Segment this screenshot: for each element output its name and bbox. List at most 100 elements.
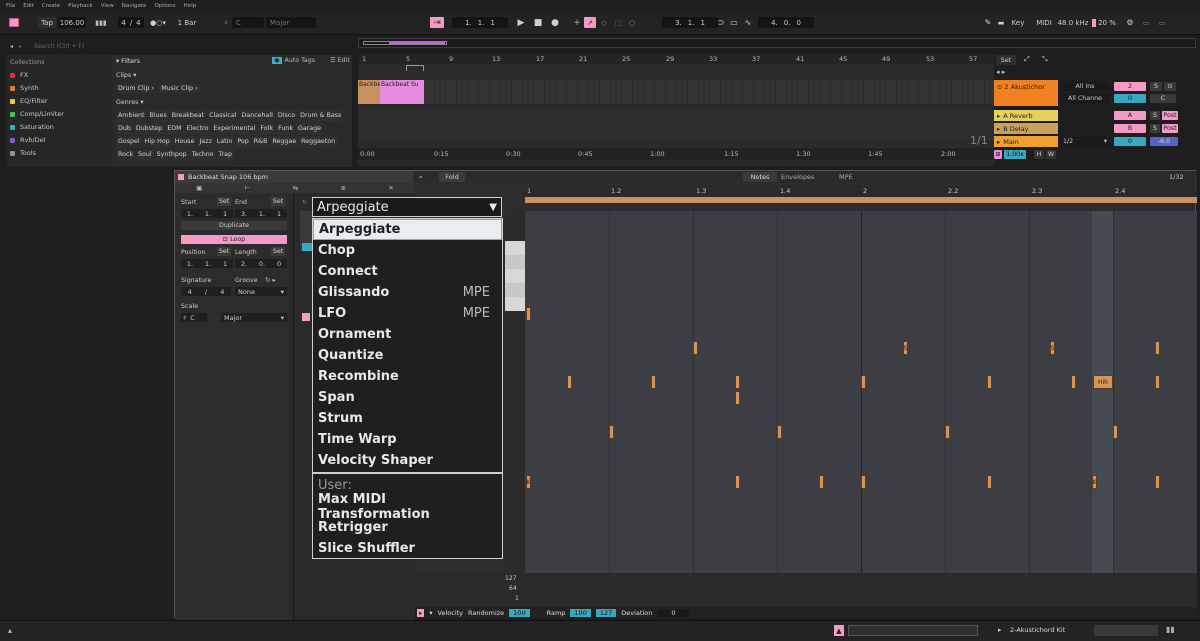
metronome-dots-icon[interactable]: ●○▾ bbox=[150, 17, 166, 28]
clip-title-bar[interactable]: Backbeat Snap 106 bpm bbox=[175, 171, 413, 183]
main-track[interactable]: ▸ Main bbox=[994, 136, 1058, 147]
set-button[interactable]: Set bbox=[996, 55, 1016, 65]
fold-button[interactable]: Fold bbox=[439, 172, 465, 182]
menu-item-ornament[interactable]: Ornament bbox=[313, 324, 502, 345]
menu-item-time-warp[interactable]: Time Warp bbox=[313, 429, 502, 450]
automation-arm-icon[interactable]: ↗ bbox=[584, 17, 596, 28]
note[interactable] bbox=[987, 475, 992, 489]
close-icon[interactable]: ✕ bbox=[388, 184, 393, 192]
start-field[interactable]: 1. 1. 1 bbox=[181, 209, 233, 218]
note[interactable]: K bbox=[526, 475, 531, 489]
follow-toggle[interactable]: ⇥ bbox=[430, 17, 444, 28]
transform-select[interactable]: Arpeggiate ▼ bbox=[312, 197, 502, 217]
h-button[interactable]: H bbox=[1034, 150, 1044, 159]
return-track-delay[interactable]: ▸ B Delay bbox=[994, 123, 1058, 134]
tab-mpe[interactable]: MPE bbox=[839, 173, 853, 181]
note[interactable]: K bbox=[1092, 475, 1097, 489]
note[interactable] bbox=[819, 475, 824, 489]
capture-icon[interactable]: ⬚ bbox=[612, 17, 624, 28]
end-set-button[interactable]: Set bbox=[271, 197, 285, 206]
note[interactable] bbox=[945, 425, 950, 439]
end-field[interactable]: 3. 1. 1 bbox=[235, 209, 287, 218]
post-button[interactable]: Post bbox=[1162, 111, 1178, 120]
note[interactable] bbox=[1113, 425, 1118, 439]
tag-genre[interactable]: Trap bbox=[216, 149, 235, 161]
solo-button[interactable]: S bbox=[1150, 111, 1160, 120]
loop-start-position[interactable]: 3. 1. 1 bbox=[662, 17, 718, 28]
tag-music-clip[interactable]: Music Clip › bbox=[159, 84, 200, 93]
tag-genre[interactable]: Reggaeton bbox=[299, 136, 338, 148]
tag-genre[interactable]: EDM bbox=[165, 123, 184, 135]
post-button[interactable]: Post bbox=[1162, 124, 1178, 133]
loop-icon[interactable]: ⊃ bbox=[716, 17, 726, 28]
menu-item-arpeggiate[interactable]: Arpeggiate bbox=[313, 219, 502, 240]
note[interactable] bbox=[861, 375, 866, 389]
punch-out-icon[interactable]: ∿ bbox=[742, 17, 754, 28]
stop-icon[interactable]: ■ bbox=[531, 17, 545, 28]
note[interactable] bbox=[987, 375, 992, 389]
note[interactable] bbox=[1155, 475, 1160, 489]
menu-item-lfo[interactable]: LFO MPE bbox=[313, 303, 502, 324]
main-volume[interactable]: 0 bbox=[1114, 137, 1146, 146]
key-scale-select[interactable]: Major bbox=[266, 17, 316, 28]
tag-genre[interactable]: Reggae bbox=[270, 136, 299, 148]
track-header-akustichord[interactable]: ⊙ 2 Akustichor bbox=[994, 80, 1058, 106]
collection-fx[interactable]: FX bbox=[10, 71, 28, 79]
clip-color-swatch[interactable] bbox=[178, 174, 184, 180]
punch-in-icon[interactable]: ▭ bbox=[728, 17, 740, 28]
loop-bar[interactable] bbox=[525, 197, 1197, 203]
menu-item-connect[interactable]: Connect bbox=[313, 261, 502, 282]
tab-envelopes[interactable]: Envelopes bbox=[781, 173, 814, 181]
midi-map-button[interactable]: MIDI bbox=[1034, 17, 1054, 28]
loop-brace[interactable] bbox=[406, 65, 424, 71]
search-icon[interactable]: ⌕ bbox=[419, 173, 423, 182]
piano-key[interactable] bbox=[505, 297, 525, 311]
tag-genre[interactable]: Garage bbox=[295, 123, 324, 135]
key-map-button[interactable]: Key bbox=[1008, 17, 1028, 28]
tab-notes[interactable]: Notes bbox=[743, 172, 777, 182]
key-root-select[interactable]: C bbox=[232, 17, 264, 28]
velocity-lane[interactable]: 127 64 1 bbox=[415, 573, 1197, 607]
piano-keys[interactable] bbox=[505, 211, 525, 573]
tag-genre[interactable]: Breakbeat bbox=[169, 110, 207, 122]
tag-genre[interactable]: Hip Hop bbox=[142, 136, 172, 148]
menu-file[interactable]: File bbox=[6, 3, 15, 9]
position-set-button[interactable]: Set bbox=[217, 247, 231, 256]
loop-length-position[interactable]: 4. 0. 0 bbox=[758, 17, 814, 28]
tempo-multiplier[interactable]: 1.00x bbox=[1004, 150, 1026, 159]
fullscreen-icon[interactable]: ⤡ bbox=[1042, 55, 1054, 65]
tag-genre[interactable]: Gospel bbox=[116, 136, 142, 148]
link-toggle[interactable] bbox=[8, 17, 20, 28]
menu-edit[interactable]: Edit bbox=[23, 3, 34, 9]
forward-icon[interactable]: ▸ bbox=[19, 43, 22, 50]
menu-item-chop[interactable]: Chop bbox=[313, 240, 502, 261]
re-enable-automation-icon[interactable]: ◇ bbox=[598, 17, 610, 28]
fold-icon[interactable]: ⊙ bbox=[997, 83, 1002, 91]
audio-tab-icon[interactable]: ⊢ bbox=[245, 184, 251, 192]
fold-icon[interactable]: ▸ bbox=[997, 112, 1000, 120]
tag-genre[interactable]: Drum & Bass bbox=[298, 110, 344, 122]
time-signature[interactable]: 4/4 bbox=[118, 17, 144, 28]
tag-genre[interactable]: Blues bbox=[147, 110, 169, 122]
tag-genre[interactable]: Funk bbox=[276, 123, 295, 135]
computer-keyboard-icon[interactable]: ▬ bbox=[996, 17, 1006, 28]
signature-field[interactable]: 4/4 bbox=[181, 287, 231, 296]
session-record-icon[interactable]: ○ bbox=[626, 17, 638, 28]
note[interactable] bbox=[1071, 375, 1076, 389]
tag-genre[interactable]: Techno bbox=[189, 149, 216, 161]
position-field[interactable]: 1. 1. 1 bbox=[181, 259, 233, 268]
menu-options[interactable]: Options bbox=[154, 3, 175, 9]
tap-button[interactable]: Tap bbox=[38, 17, 56, 28]
randomize-label[interactable]: Randomize bbox=[468, 609, 504, 617]
overdub-icon[interactable]: + bbox=[570, 17, 584, 28]
clip-scale-mode[interactable]: Major ▾ bbox=[221, 313, 287, 322]
input-type-select[interactable]: All Ins bbox=[1060, 82, 1110, 91]
solo-button[interactable]: S bbox=[1150, 124, 1160, 133]
fold-icon[interactable]: ▸ bbox=[997, 125, 1000, 133]
tag-genre[interactable]: Soul bbox=[136, 149, 154, 161]
note[interactable] bbox=[861, 475, 866, 489]
scale-icon[interactable]: ♯ bbox=[220, 17, 232, 28]
note[interactable]: S bbox=[1050, 341, 1055, 355]
tag-genre[interactable]: Jazz bbox=[197, 136, 214, 148]
groove-select[interactable]: None ▾ bbox=[235, 287, 287, 296]
